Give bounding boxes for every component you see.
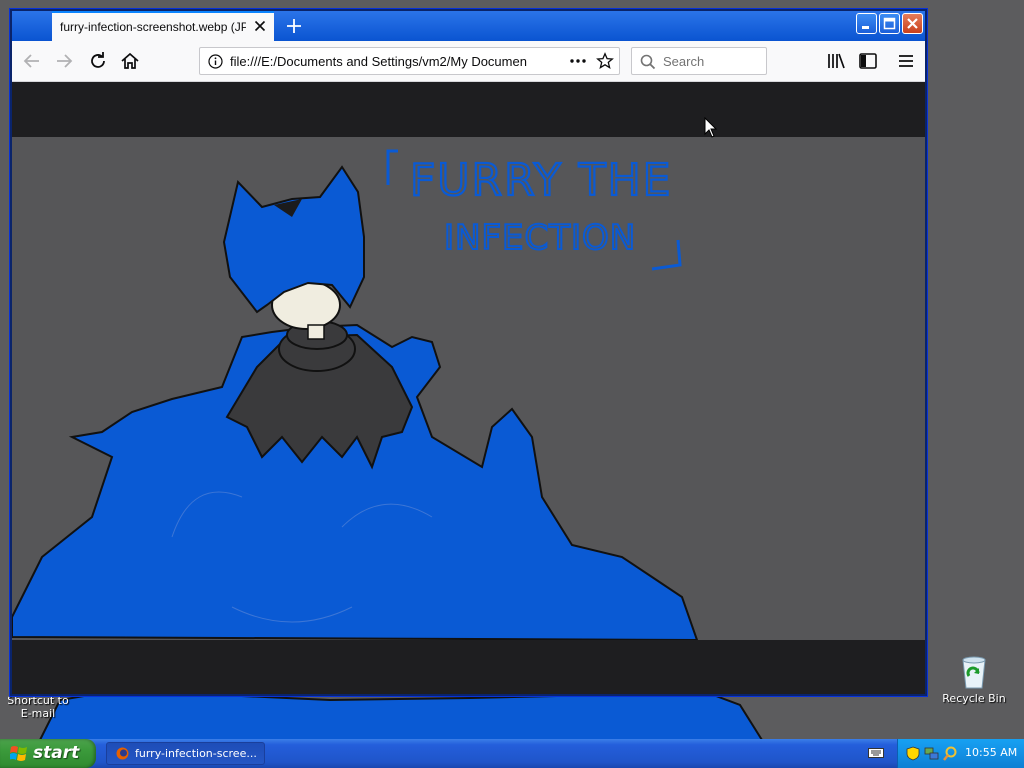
navigation-toolbar: file:///E:/Documents and Settings/vm2/My… xyxy=(12,41,925,82)
reload-icon[interactable] xyxy=(86,49,110,73)
url-text: file:///E:/Documents and Settings/vm2/My… xyxy=(230,54,527,69)
browser-frame: furry-infection-screenshot.webp (JPEG fi… xyxy=(12,11,925,694)
start-button[interactable]: start xyxy=(0,739,96,768)
page-actions-icon[interactable] xyxy=(568,52,588,70)
minimize-icon xyxy=(862,26,869,29)
minimize-button[interactable] xyxy=(856,13,877,34)
search-icon xyxy=(640,54,656,70)
browser-window: furry-infection-screenshot.webp (JPEG fi… xyxy=(9,8,928,697)
new-tab-icon[interactable] xyxy=(284,16,304,36)
desktop-icon-label: Recycle Bin xyxy=(942,692,1006,705)
maximize-button[interactable] xyxy=(879,13,900,34)
recycle-bin-icon xyxy=(962,656,986,689)
mouse-cursor-icon xyxy=(704,117,718,138)
home-icon[interactable] xyxy=(118,49,142,73)
library-icon[interactable] xyxy=(824,49,848,73)
firefox-icon xyxy=(116,747,129,760)
desktop-icon-email-shortcut[interactable]: Shortcut to E-mail xyxy=(0,694,78,720)
artwork-image: FURRY THE INFECTION xyxy=(12,137,925,640)
taskbar-button-label: furry-infection-scree... xyxy=(135,747,257,760)
back-icon[interactable] xyxy=(20,49,44,73)
search-input[interactable]: Search xyxy=(631,47,767,75)
start-label: start xyxy=(33,743,80,763)
tab-strip: furry-infection-screenshot.webp (JPEG xyxy=(12,11,925,41)
close-icon xyxy=(907,18,918,29)
forward-icon[interactable] xyxy=(52,49,76,73)
desktop-icon-label: E-mail xyxy=(20,707,56,720)
artwork-title-line1: FURRY THE xyxy=(410,155,672,206)
system-tray: 10:55 AM xyxy=(897,739,1024,768)
artwork-title-line2: INFECTION xyxy=(444,218,636,258)
info-icon[interactable] xyxy=(208,54,223,69)
maximize-icon xyxy=(883,17,896,30)
desktop-icon-recycle-bin[interactable]: Recycle Bin xyxy=(934,656,1014,705)
windows-logo-icon xyxy=(10,746,27,761)
image-viewer: FURRY THE INFECTION xyxy=(12,82,925,694)
bookmark-star-icon[interactable] xyxy=(596,52,614,70)
search-placeholder: Search xyxy=(663,54,705,69)
tab-active[interactable]: furry-infection-screenshot.webp (JPEG xyxy=(52,11,274,41)
search-tray-icon[interactable] xyxy=(943,746,958,761)
menu-icon[interactable] xyxy=(894,49,918,73)
taskbar: start furry-infection-scree... 10:55 AM xyxy=(0,739,1024,768)
keyboard-icon[interactable] xyxy=(868,747,884,759)
taskbar-button-browser[interactable]: furry-infection-scree... xyxy=(106,742,265,765)
clock[interactable]: 10:55 AM xyxy=(965,746,1017,759)
security-shield-icon[interactable] xyxy=(906,746,920,761)
close-window-button[interactable] xyxy=(902,13,923,34)
address-bar[interactable]: file:///E:/Documents and Settings/vm2/My… xyxy=(199,47,620,75)
tab-title: furry-infection-screenshot.webp (JPEG xyxy=(60,20,246,34)
close-tab-icon[interactable] xyxy=(252,18,268,34)
sidebar-icon[interactable] xyxy=(856,49,880,73)
network-icon[interactable] xyxy=(924,746,940,761)
